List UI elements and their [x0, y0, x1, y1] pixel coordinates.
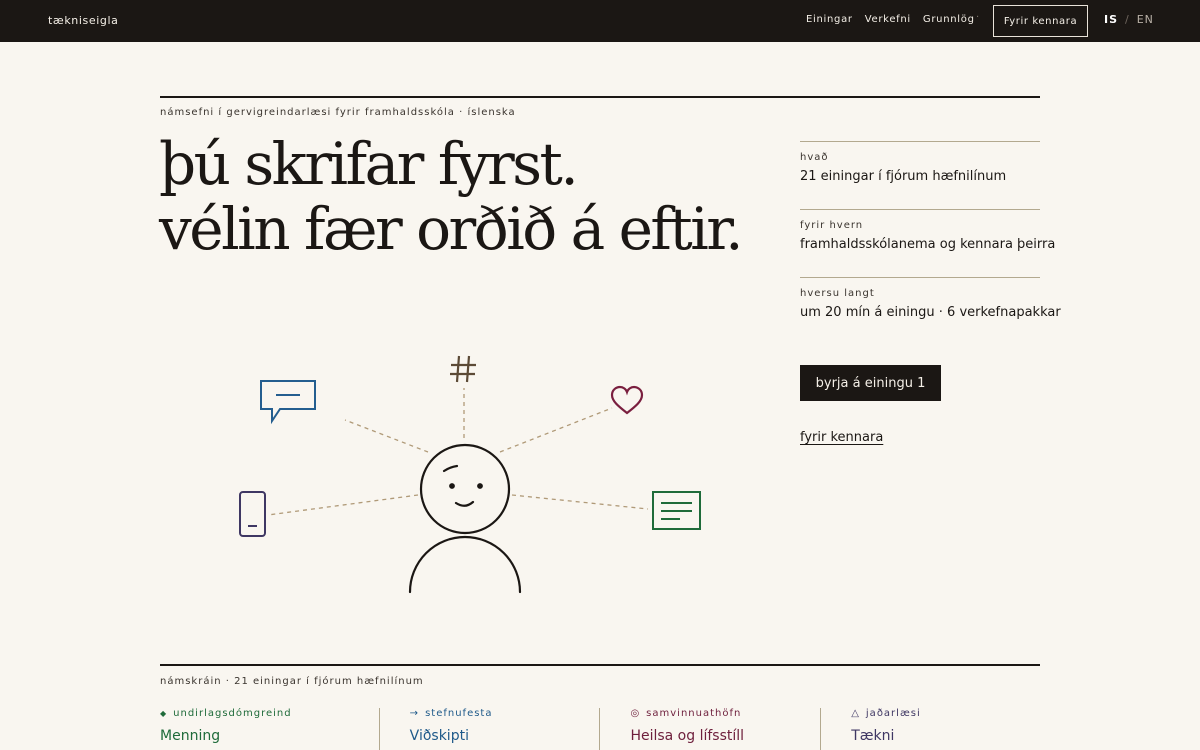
curriculum-top-rule — [160, 664, 1040, 666]
nav-separator: · — [976, 12, 980, 23]
hero-illustration — [239, 355, 701, 594]
for-teachers-link[interactable]: fyrir kennara — [800, 430, 883, 445]
track-label: ◆ undirlagsdómgreind — [160, 708, 379, 719]
fact-value: 21 einingar í fjórum hæfnilínum — [800, 169, 1007, 184]
track-culture[interactable]: ◆ undirlagsdómgreind Menning — [160, 708, 379, 750]
main-nav: Einingar Verkefni Grunnlög — [806, 14, 975, 25]
track-label: → stefnufesta — [410, 708, 600, 719]
lang-separator: / — [1125, 13, 1130, 26]
curriculum-title: námskráin · 21 einingar í fjórum hæfnilí… — [160, 676, 424, 687]
fact-label: fyrir hvern — [800, 220, 864, 231]
hero-top-rule — [160, 96, 1040, 98]
curriculum-tracks: ◆ undirlagsdómgreind Menning → stefnufes… — [160, 708, 1040, 750]
document-icon — [652, 491, 701, 530]
person-icon — [408, 443, 522, 594]
fact-how-long: hversu langt um 20 mín á einingu · 6 ver… — [800, 277, 1061, 345]
connector-line — [499, 407, 613, 453]
phone-icon — [239, 491, 266, 537]
hero-headline: þú skrifar fyrst. vélin fær orðið á efti… — [159, 130, 744, 263]
track-label: ◎ samvinnuathöfn — [630, 708, 820, 719]
track-name[interactable]: Viðskipti — [410, 728, 600, 744]
top-navigation-bar: tækniseigla Einingar Verkefni Grunnlög ·… — [0, 0, 1200, 42]
track-technology[interactable]: △ jaðarlæsi Tækni — [820, 708, 1040, 750]
lang-is-button[interactable]: IS — [1104, 13, 1118, 26]
track-label-text: samvinnuathöfn — [646, 708, 742, 719]
eye — [449, 483, 455, 489]
start-unit-1-button[interactable]: byrja á einingu 1 — [800, 365, 941, 401]
heart-icon — [610, 385, 644, 415]
teacher-button[interactable]: Fyrir kennara — [993, 5, 1088, 37]
language-switcher: IS / EN — [1104, 13, 1154, 26]
fact-label: hvað — [800, 152, 829, 163]
diamond-icon: ◆ — [160, 709, 168, 718]
chat-bubble-icon — [260, 380, 316, 425]
fact-what: hvað 21 einingar í fjórum hæfnilínum — [800, 141, 1040, 209]
lang-en-button[interactable]: EN — [1137, 13, 1154, 26]
headline-line-2: vélin fær orðið á eftir. — [159, 195, 744, 263]
nav-link-verkefni[interactable]: Verkefni — [865, 14, 911, 25]
hashtag-icon — [450, 355, 476, 383]
fact-for-whom: fyrir hvern framhaldsskólanema og kennar… — [800, 209, 1056, 277]
fact-label: hversu langt — [800, 288, 875, 299]
track-name[interactable]: Heilsa og lífsstíll — [630, 728, 820, 744]
track-label-text: jaðarlæsi — [865, 708, 921, 719]
track-name[interactable]: Tækni — [851, 728, 1040, 744]
headline-line-1: þú skrifar fyrst. — [159, 130, 579, 198]
track-label-text: stefnufesta — [425, 708, 493, 719]
connector-line — [511, 494, 649, 510]
nav-link-einingar[interactable]: Einingar — [806, 14, 853, 25]
track-business[interactable]: → stefnufesta Viðskipti — [378, 708, 600, 750]
circle-target-icon: ◎ — [630, 708, 641, 719]
fact-value: um 20 mín á einingu · 6 verkefnapakkar — [800, 305, 1061, 320]
connector-line — [344, 419, 429, 453]
eye — [477, 483, 483, 489]
nav-link-grunnlog[interactable]: Grunnlög — [923, 14, 975, 25]
brand-logo[interactable]: tækniseigla — [48, 14, 118, 27]
track-health[interactable]: ◎ samvinnuathöfn Heilsa og lífsstíll — [599, 708, 820, 750]
connector-line — [267, 494, 419, 516]
connector-lines — [267, 388, 649, 516]
arrow-right-icon: → — [409, 708, 420, 719]
track-label: △ jaðarlæsi — [851, 708, 1040, 719]
hero-kicker: námsefni í gervigreindarlæsi fyrir framh… — [160, 107, 516, 118]
track-label-text: undirlagsdómgreind — [173, 708, 292, 719]
track-name[interactable]: Menning — [160, 728, 379, 744]
fact-value: framhaldsskólanema og kennara þeirra — [800, 237, 1056, 252]
facts-panel: hvað 21 einingar í fjórum hæfnilínum fyr… — [800, 141, 1061, 345]
triangle-icon: △ — [851, 708, 860, 719]
